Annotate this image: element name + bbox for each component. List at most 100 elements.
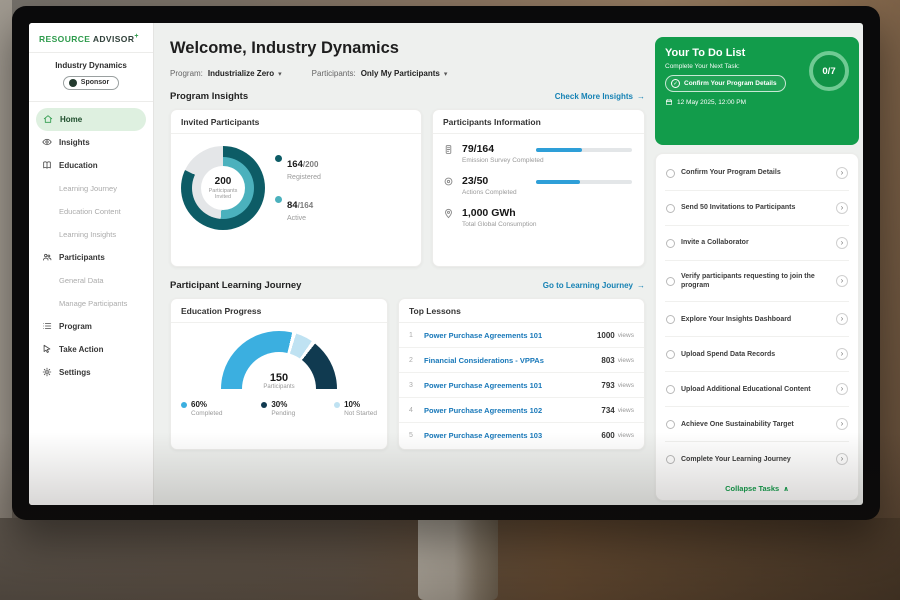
chevron-right-icon[interactable]: › bbox=[836, 237, 848, 249]
sidebar: RESOURCE ADVISOR+ Industry Dynamics Spon… bbox=[29, 23, 154, 505]
check-more-insights-link[interactable]: Check More Insights→ bbox=[555, 92, 645, 101]
emission-survey-row: 79/164 Emission Survey Completed bbox=[443, 143, 634, 164]
wall-edge bbox=[0, 0, 12, 600]
check-circle-icon: ✓ bbox=[671, 79, 680, 88]
sidebar-item-insights[interactable]: Insights bbox=[29, 131, 153, 154]
registered-dot bbox=[275, 155, 282, 162]
lesson-link[interactable]: Power Purchase Agreements 102 bbox=[424, 406, 601, 415]
go-to-learning-journey-link[interactable]: Go to Learning Journey→ bbox=[543, 281, 645, 290]
legend-completed: 60% Completed bbox=[181, 400, 222, 417]
task-checkbox[interactable] bbox=[666, 315, 675, 324]
next-task-button[interactable]: ✓ Confirm Your Program Details bbox=[665, 75, 786, 92]
chevron-right-icon[interactable]: › bbox=[836, 418, 848, 430]
chevron-down-icon: ▾ bbox=[444, 70, 448, 78]
task-checkbox[interactable] bbox=[666, 455, 675, 464]
sponsor-icon bbox=[69, 79, 77, 87]
task-checkbox[interactable] bbox=[666, 277, 675, 286]
task-upload-educational-content[interactable]: Upload Additional Educational Content › bbox=[665, 372, 849, 407]
collapse-up-icon: ∧ bbox=[783, 486, 789, 493]
legend-not-started: 10% Not Started bbox=[334, 400, 377, 417]
task-checkbox[interactable] bbox=[666, 420, 675, 429]
program-insights-header: Program Insights Check More Insights→ bbox=[170, 91, 645, 102]
sidebar-item-home[interactable]: Home bbox=[36, 108, 146, 131]
collapse-tasks-link[interactable]: Collapse Tasks∧ bbox=[665, 476, 849, 496]
task-checkbox[interactable] bbox=[666, 350, 675, 359]
task-confirm-program[interactable]: Confirm Your Program Details › bbox=[665, 156, 849, 191]
chevron-right-icon[interactable]: › bbox=[836, 167, 848, 179]
sidebar-item-education[interactable]: Education bbox=[29, 154, 153, 177]
participants-info-card: Participants Information 79/164 Emission… bbox=[432, 109, 645, 267]
chevron-down-icon: ▾ bbox=[278, 70, 282, 78]
chevron-right-icon[interactable]: › bbox=[836, 313, 848, 325]
lesson-row: 2 Financial Considerations - VPPAs 803vi… bbox=[399, 348, 644, 373]
sidebar-item-participants[interactable]: Participants bbox=[29, 246, 153, 269]
task-upload-spend-data[interactable]: Upload Spend Data Records › bbox=[665, 337, 849, 372]
invited-legend: 164/200 Registered 84/164 Active bbox=[275, 154, 321, 222]
location-pin-icon bbox=[443, 208, 454, 219]
invited-donut-inner: 200 Participants Invited bbox=[192, 157, 254, 219]
task-explore-insights[interactable]: Explore Your Insights Dashboard › bbox=[665, 302, 849, 337]
brand-secondary: ADVISOR bbox=[93, 34, 135, 44]
task-checkbox[interactable] bbox=[666, 239, 675, 248]
brand-primary: RESOURCE bbox=[39, 34, 90, 44]
task-achieve-target[interactable]: Achieve One Sustainability Target › bbox=[665, 407, 849, 442]
sidebar-item-learning-insights[interactable]: Learning Insights bbox=[29, 223, 153, 246]
calendar-icon bbox=[665, 98, 673, 106]
task-checkbox[interactable] bbox=[666, 204, 675, 213]
sidebar-nav: Home Insights Education Learning Journey… bbox=[29, 102, 153, 384]
lesson-link[interactable]: Power Purchase Agreements 103 bbox=[424, 431, 601, 440]
todo-list-card: Confirm Your Program Details › Send 50 I… bbox=[655, 153, 859, 501]
sidebar-item-manage-participants[interactable]: Manage Participants bbox=[29, 292, 153, 315]
top-lessons-card: Top Lessons 1 Power Purchase Agreements … bbox=[398, 298, 645, 450]
lesson-link[interactable]: Financial Considerations - VPPAs bbox=[424, 356, 601, 365]
emission-progress-bar bbox=[536, 148, 632, 152]
legend-registered: 164/200 Registered bbox=[275, 154, 321, 181]
todo-panel: Your To Do List Complete Your Next Task:… bbox=[655, 23, 863, 505]
lesson-row: 5 Power Purchase Agreements 103 600views bbox=[399, 423, 644, 448]
consumption-row: 1,000 GWh Total Global Consumption bbox=[443, 207, 634, 228]
sidebar-item-general-data[interactable]: General Data bbox=[29, 269, 153, 292]
filter-bar: Program: Industrialize Zero ▾ Participan… bbox=[170, 69, 645, 78]
sponsor-label: Sponsor bbox=[81, 79, 109, 86]
chevron-right-icon[interactable]: › bbox=[836, 275, 848, 287]
org-name: Industry Dynamics bbox=[37, 61, 145, 70]
arrow-right-icon: → bbox=[637, 281, 645, 290]
legend-active: 84/164 Active bbox=[275, 195, 321, 222]
task-checkbox[interactable] bbox=[666, 169, 675, 178]
education-legend: 60% Completed 30% Pending 10% Not Starte… bbox=[171, 400, 387, 417]
task-invite-collaborator[interactable]: Invite a Collaborator › bbox=[665, 226, 849, 261]
cursor-icon bbox=[42, 344, 52, 354]
due-date: 12 May 2025, 12:00 PM bbox=[665, 98, 849, 106]
sidebar-item-program[interactable]: Program bbox=[29, 315, 153, 338]
sponsor-badge[interactable]: Sponsor bbox=[63, 76, 119, 90]
lesson-row: 4 Power Purchase Agreements 102 734views bbox=[399, 398, 644, 423]
sidebar-item-learning-journey[interactable]: Learning Journey bbox=[29, 177, 153, 200]
todo-summary-card: Your To Do List Complete Your Next Task:… bbox=[655, 37, 859, 145]
section-title: Program Insights bbox=[170, 91, 248, 102]
chevron-right-icon[interactable]: › bbox=[836, 453, 848, 465]
actions-completed-row: 23/50 Actions Completed bbox=[443, 175, 634, 196]
task-send-invitations[interactable]: Send 50 Invitations to Participants › bbox=[665, 191, 849, 226]
chevron-right-icon[interactable]: › bbox=[836, 348, 848, 360]
task-complete-learning-journey[interactable]: Complete Your Learning Journey › bbox=[665, 442, 849, 476]
task-checkbox[interactable] bbox=[666, 385, 675, 394]
photo-background: RESOURCE ADVISOR+ Industry Dynamics Spon… bbox=[0, 0, 900, 600]
card-title: Education Progress bbox=[171, 299, 387, 323]
chevron-right-icon[interactable]: › bbox=[836, 383, 848, 395]
lesson-link[interactable]: Power Purchase Agreements 101 bbox=[424, 331, 597, 340]
program-dropdown[interactable]: Program: Industrialize Zero ▾ bbox=[170, 69, 282, 78]
participants-dropdown[interactable]: Participants: Only My Participants ▾ bbox=[312, 69, 448, 78]
card-title: Top Lessons bbox=[399, 299, 644, 323]
brand-logo: RESOURCE ADVISOR+ bbox=[29, 23, 153, 53]
lesson-link[interactable]: Power Purchase Agreements 101 bbox=[424, 381, 601, 390]
todo-progress-ring: 0/7 bbox=[809, 51, 849, 91]
sidebar-item-settings[interactable]: Settings bbox=[29, 361, 153, 384]
task-verify-participants[interactable]: Verify participants requesting to join t… bbox=[665, 261, 849, 302]
section-title: Participant Learning Journey bbox=[170, 280, 301, 291]
chevron-right-icon[interactable]: › bbox=[836, 202, 848, 214]
actions-progress-bar bbox=[536, 180, 632, 184]
sidebar-item-take-action[interactable]: Take Action bbox=[29, 338, 153, 361]
learning-journey-header: Participant Learning Journey Go to Learn… bbox=[170, 280, 645, 291]
sidebar-item-education-content[interactable]: Education Content bbox=[29, 200, 153, 223]
org-block: Industry Dynamics Sponsor bbox=[29, 53, 153, 102]
